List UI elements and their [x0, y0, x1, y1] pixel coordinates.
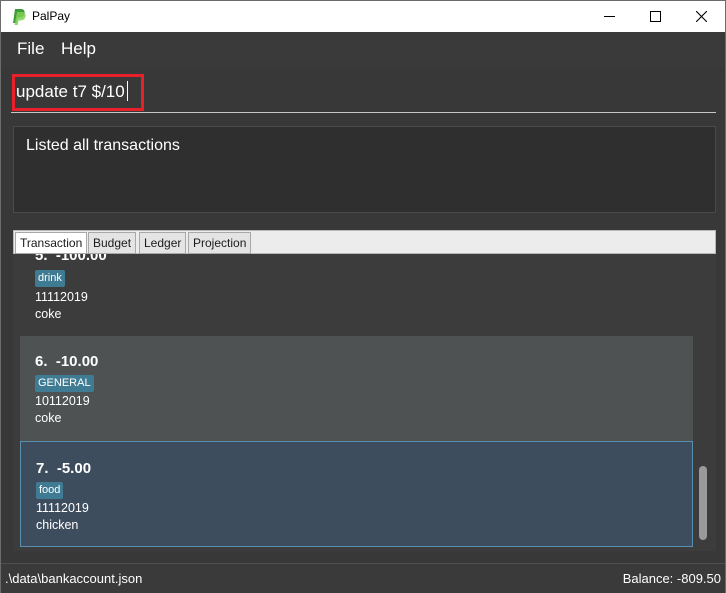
minimize-button[interactable] [586, 1, 632, 32]
transaction-card-7[interactable]: 7. -5.00 food 11112019 chicken [20, 441, 693, 547]
balance-display: Balance: -809.50 [622, 571, 721, 586]
result-message: Listed all transactions [26, 137, 180, 154]
transaction-date: 11112019 [35, 290, 88, 304]
result-display: Listed all transactions [13, 126, 716, 213]
app-window: PalPay File Help update t7 $/10 Listed a… [0, 0, 726, 593]
transaction-tag: GENERAL [35, 375, 94, 392]
tab-transaction[interactable]: Transaction [15, 232, 88, 254]
command-highlight-box [12, 74, 144, 111]
transaction-tag: food [36, 482, 64, 499]
status-bar: .\data\bankaccount.json Balance: -809.50 [1, 563, 725, 593]
minimize-icon [603, 16, 615, 17]
transaction-list[interactable]: 5. -100.00 drink 11112019 coke 6. -10.00… [13, 254, 716, 551]
transaction-title: 6. -10.00 [35, 353, 99, 370]
tab-projection[interactable]: Projection [188, 232, 252, 254]
tab-ledger[interactable]: Ledger [139, 232, 187, 254]
transaction-description: coke [35, 411, 62, 425]
transaction-card-5[interactable]: 5. -100.00 drink 11112019 coke [20, 254, 693, 336]
tab-pane: Transaction Budget Ledger Projection 5. … [1, 221, 725, 563]
title-bar: PalPay [1, 1, 725, 32]
data-file-path: .\data\bankaccount.json [5, 571, 143, 586]
transaction-title: 5. -100.00 [35, 254, 107, 264]
window-title: PalPay [32, 9, 71, 23]
close-icon [695, 11, 707, 22]
menu-bar: File Help [1, 32, 725, 67]
transaction-date: 10112019 [35, 394, 90, 408]
transaction-tag: drink [35, 270, 65, 287]
result-display-area: Listed all transactions [1, 119, 725, 221]
transaction-card-6[interactable]: 6. -10.00 GENERAL 10112019 coke [20, 336, 693, 441]
tab-bar: Transaction Budget Ledger Projection [13, 230, 716, 254]
maximize-icon [649, 11, 661, 22]
close-button[interactable] [678, 1, 724, 32]
scrollbar-thumb[interactable] [699, 466, 707, 540]
paypal-logo-icon [13, 9, 26, 25]
scrollbar[interactable] [697, 254, 709, 551]
menu-help[interactable]: Help [61, 39, 96, 59]
transaction-title: 7. -5.00 [36, 460, 92, 477]
tab-budget[interactable]: Budget [88, 232, 137, 254]
maximize-button[interactable] [632, 1, 678, 32]
menu-file[interactable]: File [17, 39, 44, 59]
transaction-date: 11112019 [36, 501, 89, 515]
transaction-description: coke [35, 307, 62, 321]
transaction-description: chicken [36, 518, 79, 532]
